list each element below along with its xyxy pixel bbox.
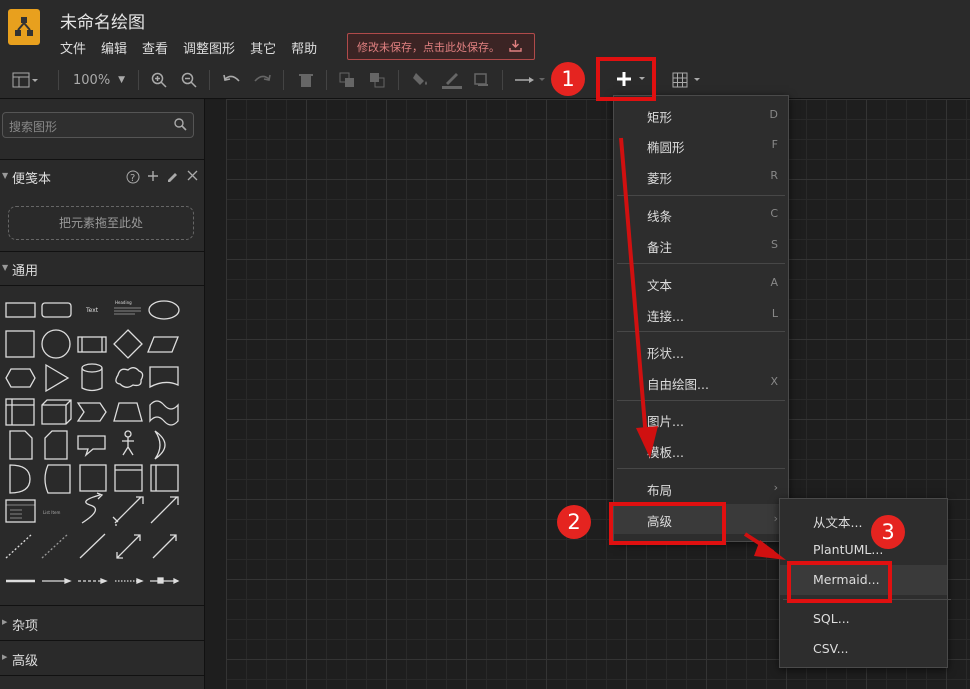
menu-item-shapes[interactable]: 形状... — [614, 336, 788, 366]
scratchpad-title: 便笺本 — [12, 172, 52, 187]
sidebar-resize-gutter[interactable] — [205, 99, 226, 689]
step-badge-3: 3 — [871, 515, 905, 549]
search-placeholder: 搜索图形 — [9, 120, 58, 134]
menu-item-template[interactable]: 模板... — [614, 435, 788, 465]
submenu-item-csv[interactable]: CSV... — [780, 634, 947, 664]
document-title[interactable]: 未命名绘图 — [60, 8, 145, 33]
general-header[interactable]: ▼ 通用 — [0, 253, 204, 283]
shadow-icon[interactable] — [474, 70, 490, 90]
search-icon[interactable] — [174, 118, 187, 134]
undo-icon[interactable] — [223, 70, 241, 90]
to-back-icon[interactable] — [369, 70, 385, 90]
menu-help[interactable]: 帮助 — [291, 38, 317, 57]
advanced-category[interactable]: ▶ 高级 — [0, 642, 204, 674]
table-icon[interactable] — [672, 70, 704, 90]
menu-file[interactable]: 文件 — [60, 38, 86, 57]
submenu-item-sql[interactable]: SQL... — [780, 604, 947, 634]
highlight-box-advanced — [609, 502, 726, 545]
help-icon[interactable]: ? — [126, 170, 140, 188]
misc-title: 杂项 — [12, 619, 39, 634]
zoom-select[interactable]: 100% ▼ — [73, 70, 125, 90]
highlight-box-mermaid — [787, 561, 892, 603]
general-title: 通用 — [12, 264, 39, 279]
expand-arrow-icon: ▶ — [2, 618, 8, 626]
svg-text:List Item: List Item — [43, 510, 60, 515]
toolbar: 100% ▼ — [0, 62, 970, 99]
misc-category[interactable]: ▶ 杂项 — [0, 607, 204, 639]
menu-arrange[interactable]: 调整图形 — [183, 38, 235, 57]
menu-view[interactable]: 查看 — [142, 38, 168, 57]
menu-item-rhombus[interactable]: 菱形 R — [614, 161, 788, 191]
menu-item-ellipse[interactable]: 椭圆形 F — [614, 130, 788, 160]
zoom-in-icon[interactable] — [151, 70, 167, 90]
delete-icon[interactable] — [298, 70, 314, 90]
expand-arrow-icon: ▶ — [2, 653, 8, 661]
redo-icon[interactable] — [253, 70, 271, 90]
menu-extras[interactable]: 其它 — [250, 38, 276, 57]
collapse-arrow-icon: ▼ — [2, 171, 9, 180]
insert-menu: 矩形 D 椭圆形 F 菱形 R 线条 C 备注 S 文本 A 连接... L 形状... 自由… — [613, 95, 789, 542]
add-icon[interactable] — [147, 170, 159, 186]
svg-text:Heading: Heading — [115, 300, 132, 305]
submenu-item-from-text[interactable]: 从文本... — [780, 505, 947, 535]
menu-item-rectangle[interactable]: 矩形 D — [614, 100, 788, 130]
format-panel-icon[interactable] — [12, 70, 38, 90]
connection-style-icon[interactable] — [515, 70, 549, 90]
title-bar: 未命名绘图 文件 编辑 查看 调整图形 其它 帮助 修改未保存，点击此处保存。 — [0, 0, 970, 62]
step-badge-2: 2 — [557, 505, 591, 539]
to-front-icon[interactable] — [339, 70, 355, 90]
zoom-value: 100% — [73, 72, 111, 88]
menu-item-text[interactable]: 文本 A — [614, 268, 788, 298]
close-icon[interactable] — [187, 170, 198, 185]
menu-item-note[interactable]: 备注 S — [614, 230, 788, 260]
download-icon — [509, 39, 522, 55]
menu-item-layout[interactable]: 布局 › — [614, 473, 788, 503]
shape-search-input[interactable]: 搜索图形 — [2, 112, 194, 138]
menu-item-link[interactable]: 连接... L — [614, 299, 788, 329]
shapes-sidebar: 搜索图形 ▼ 便笺本 ? 把元素拖至此处 ▼ 通用 Text Heading L… — [0, 99, 205, 689]
scratchpad-drop-zone[interactable]: 把元素拖至此处 — [8, 206, 194, 240]
general-shapes-palette[interactable]: Text Heading List Item — [0, 295, 204, 595]
svg-text:?: ? — [130, 173, 135, 184]
line-color-icon[interactable] — [442, 70, 462, 90]
menu-item-image[interactable]: 图片... — [614, 404, 788, 434]
zoom-out-icon[interactable] — [181, 70, 197, 90]
advanced-title: 高级 — [12, 654, 39, 669]
scratchpad-header[interactable]: ▼ 便笺本 ? — [0, 161, 204, 191]
highlight-box-insert — [596, 57, 656, 101]
svg-text:Text: Text — [85, 307, 99, 314]
unsaved-save-button[interactable]: 修改未保存，点击此处保存。 — [347, 33, 535, 60]
menu-edit[interactable]: 编辑 — [101, 38, 127, 57]
step-badge-1: 1 — [551, 62, 585, 96]
menu-item-line[interactable]: 线条 C — [614, 199, 788, 229]
collapse-arrow-icon: ▼ — [2, 263, 9, 272]
unsaved-label: 修改未保存，点击此处保存。 — [357, 40, 500, 54]
app-logo — [8, 9, 40, 45]
menu-item-freehand[interactable]: 自由绘图... X — [614, 367, 788, 397]
edit-icon[interactable] — [166, 170, 178, 186]
menu-bar: 文件 编辑 查看 调整图形 其它 帮助 — [60, 38, 317, 57]
fill-color-icon[interactable] — [412, 70, 430, 90]
